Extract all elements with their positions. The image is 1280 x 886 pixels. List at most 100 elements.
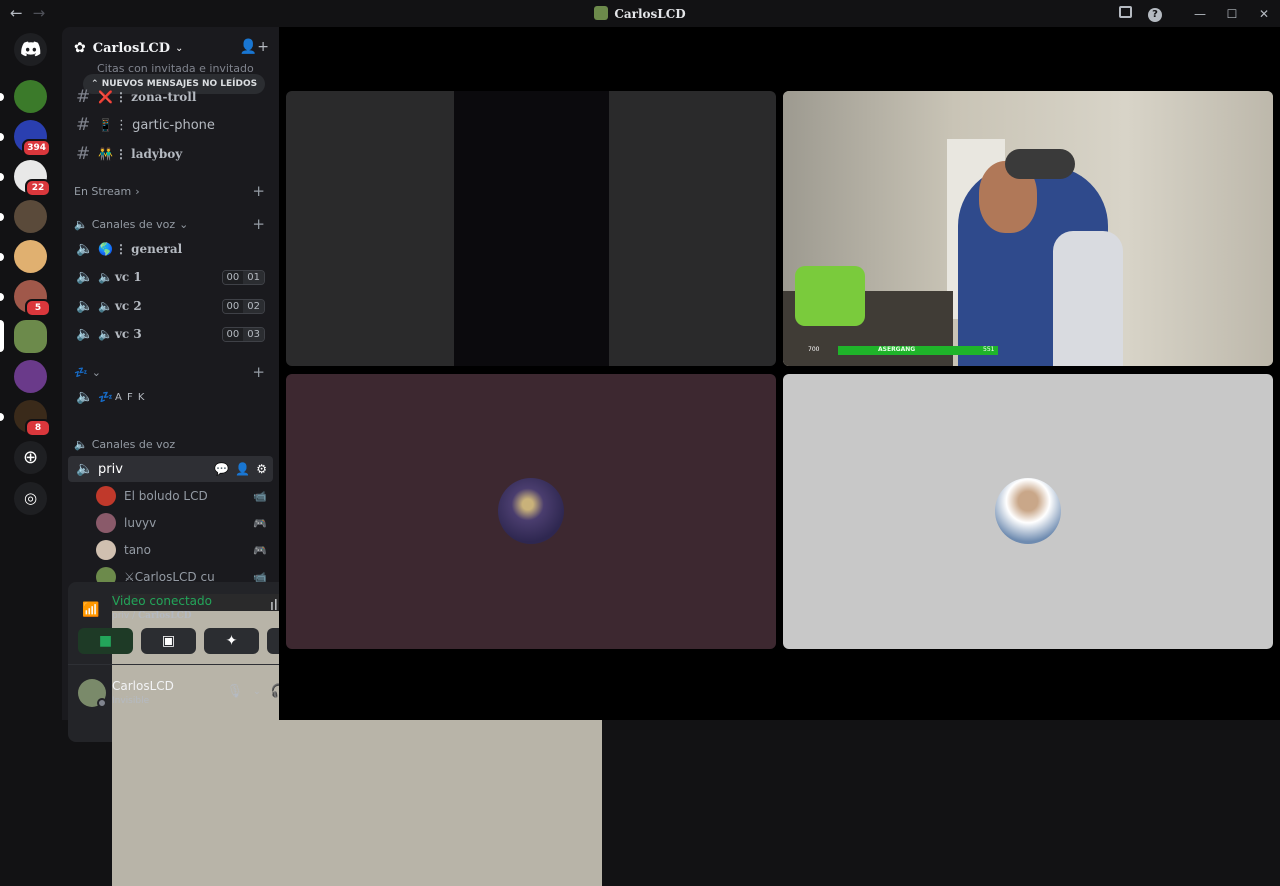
channel-ladyboy[interactable]: # 👬 ⋮ ladyboy (68, 141, 273, 167)
close-button[interactable]: ✕ (1248, 7, 1280, 21)
screen-share-button[interactable]: ▣ (141, 628, 196, 654)
unread-indicator (0, 133, 4, 141)
guild-icon-1[interactable] (14, 80, 47, 113)
webcam-feed (1005, 149, 1075, 179)
gear-icon[interactable]: ⚙ (256, 462, 267, 476)
voice-user-name: luvyv (124, 516, 157, 530)
minimize-button[interactable]: — (1184, 7, 1216, 21)
game-icon: 🎮 (253, 516, 267, 530)
speaker-icon: 🔈 (76, 326, 94, 342)
guild-icon-4[interactable] (14, 200, 47, 233)
guild-icon-9[interactable]: 8 (14, 400, 51, 437)
add-channel-icon[interactable]: + (252, 182, 265, 200)
voice-channel-afk[interactable]: 🔈 💤 A F K (68, 384, 273, 410)
overlay-label: ASERGANG (878, 346, 916, 353)
channel-name: vc 2 (114, 299, 142, 313)
voice-user[interactable]: luvyv 🎮 (96, 510, 273, 536)
avatar (96, 540, 116, 560)
unread-indicator (0, 413, 4, 421)
help-icon[interactable]: ? (1140, 6, 1170, 22)
voice-channel-vc1[interactable]: 🔈 🔈 vc 1 00 01 (68, 264, 273, 290)
guild-icon-2[interactable]: 394 (14, 120, 51, 157)
channel-zona-troll[interactable]: # ❌ ⋮ zona-troll (68, 84, 273, 110)
speaker-icon: 🔈 (74, 437, 88, 451)
add-channel-icon[interactable]: + (252, 363, 265, 381)
category-zzz[interactable]: 💤 ⌄ (74, 363, 101, 381)
channel-name: A F K (114, 391, 146, 403)
channel-emoji: ❌ (98, 90, 113, 104)
participant-avatar (498, 478, 564, 544)
chevron-down-icon: ⌄ (179, 217, 189, 231)
user-limit-badge: 00 03 (221, 326, 265, 342)
invite-icon[interactable]: 👤 (235, 462, 250, 476)
voice-user-name: El boludo LCD (124, 489, 208, 503)
guild-icon-5[interactable] (14, 240, 47, 273)
category-en-stream[interactable]: En Stream › (74, 182, 140, 200)
voice-user[interactable]: El boludo LCD 📹 (96, 483, 273, 509)
participant-avatar (995, 478, 1061, 544)
camera-button[interactable]: ■ (78, 628, 133, 654)
speaker-icon: 🔈 (76, 461, 94, 477)
guild-icon-6[interactable]: 5 (14, 280, 51, 317)
video-tile-3[interactable] (286, 374, 776, 649)
username[interactable]: CarlosLCD (112, 679, 174, 693)
voice-channel-priv[interactable]: 🔈 priv 💬 👤 ⚙ (68, 456, 273, 482)
video-tile-2[interactable]: 700 ASERGANG 551 (783, 91, 1273, 366)
video-tile-4[interactable] (783, 374, 1273, 649)
voice-channel-vc2[interactable]: 🔈 🔈 vc 2 00 02 (68, 293, 273, 319)
category-label: En Stream (74, 184, 132, 198)
overlay-number: 700 (808, 346, 820, 353)
maximize-button[interactable]: ☐ (1216, 7, 1248, 21)
sleep-icon: 💤 (98, 390, 113, 404)
channel-name: ladyboy (131, 147, 183, 161)
speaker-small-icon: 🔈 (98, 270, 113, 284)
chat-icon[interactable]: 💬 (214, 462, 229, 476)
category-voice-1[interactable]: 🔈 Canales de voz ⌄ (74, 215, 188, 233)
speaker-icon: 🔈 (76, 389, 94, 405)
avatar (96, 486, 116, 506)
voice-user[interactable]: tano 🎮 (96, 537, 273, 563)
category-voice-2[interactable]: 🔈 Canales de voz (74, 435, 175, 453)
microphone-icon[interactable]: 🎙 (227, 684, 244, 699)
user-status: Invisible (112, 696, 150, 706)
voice-channel-vc3[interactable]: 🔈 🔈 vc 3 00 03 (68, 321, 273, 347)
mention-badge: 8 (25, 419, 51, 437)
unread-indicator (0, 213, 4, 221)
webcam-feed (795, 266, 865, 326)
channel-name: vc 3 (114, 327, 142, 341)
category-label: Canales de voz (91, 217, 176, 231)
guild-icon-3[interactable]: 22 (14, 160, 51, 197)
channel-name: gartic-phone (132, 117, 215, 133)
channel-gartic-phone[interactable]: # 📱 ⋮ gartic-phone (68, 112, 273, 138)
chevron-down-icon[interactable]: ⌄ (253, 687, 261, 697)
channel-emoji: 📱 (98, 118, 113, 132)
guild-icon-current[interactable] (14, 320, 47, 353)
speaker-small-icon: 🔈 (98, 327, 113, 341)
add-channel-icon[interactable]: + (252, 215, 265, 233)
webcam-feed (1053, 231, 1123, 366)
activities-button[interactable]: ✦ (204, 628, 259, 654)
avatar (96, 513, 116, 533)
add-server-icon[interactable]: ⊕ (14, 441, 47, 474)
discord-home-icon[interactable] (14, 33, 47, 66)
inbox-icon[interactable] (1110, 5, 1140, 22)
unread-indicator (0, 253, 4, 261)
speaker-small-icon: 🔈 (98, 299, 113, 313)
voice-channel-general[interactable]: 🔈 🌎 ⋮ general (68, 236, 273, 262)
channel-name: zona-troll (131, 90, 197, 104)
overlay-number: 551 (983, 346, 995, 353)
channel-name: priv (98, 461, 123, 477)
explore-icon[interactable]: ◎ (14, 482, 47, 515)
server-icon (594, 6, 609, 20)
globe-icon: 🌎 (98, 242, 113, 256)
guild-icon-8[interactable] (14, 360, 47, 393)
unread-indicator (0, 293, 4, 301)
speaker-icon: 🔈 (76, 241, 94, 257)
chevron-down-icon: ⌄ (175, 42, 184, 54)
video-tile-1[interactable] (286, 91, 776, 366)
channel-name: general (131, 242, 183, 256)
status-indicator (97, 698, 107, 708)
invite-people-icon[interactable]: 👤+ (240, 39, 269, 55)
hash-icon: # (76, 144, 91, 164)
mention-badge: 5 (25, 299, 51, 317)
